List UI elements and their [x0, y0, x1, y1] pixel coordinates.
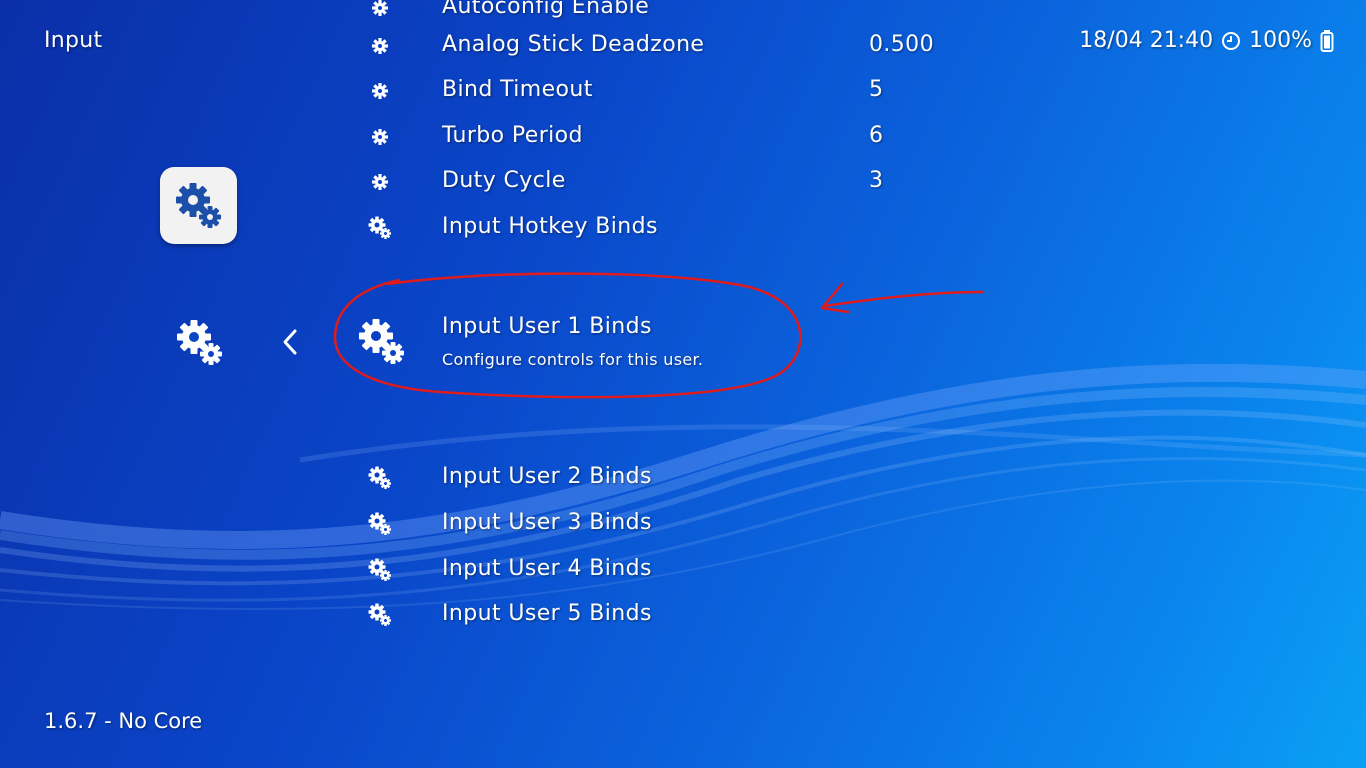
menu-item-label: Duty Cycle	[442, 168, 566, 193]
selected-item-label: Input User 1 Binds	[442, 314, 652, 339]
menu-item-analog-deadzone[interactable]: Analog Stick Deadzone 0.500	[360, 26, 960, 66]
gear-icon	[372, 174, 388, 190]
gear-icon	[372, 38, 388, 54]
gear-icon	[372, 83, 388, 99]
menu-item-user1-binds-selected[interactable]: Input User 1 Binds Configure controls fo…	[352, 310, 952, 380]
menu-item-bind-timeout[interactable]: Bind Timeout 5	[360, 71, 960, 111]
gear-icon	[372, 0, 388, 16]
menu-item-turbo-period[interactable]: Turbo Period 6	[360, 117, 960, 157]
menu-item-label: Input Hotkey Binds	[442, 214, 658, 239]
settings-gears-icon	[368, 558, 391, 581]
version-label: 1.6.7 - No Core	[44, 709, 203, 733]
settings-menu: Autoconfig Enable ON Analog Stick Deadzo…	[0, 0, 1366, 768]
selected-item-sublabel: Configure controls for this user.	[442, 350, 704, 369]
gear-icon	[372, 129, 388, 145]
menu-item-value: 0.500	[869, 32, 934, 57]
menu-item-label: Analog Stick Deadzone	[442, 32, 705, 57]
settings-gears-icon	[368, 603, 391, 626]
menu-item-label: Input User 2 Binds	[442, 464, 652, 489]
menu-item-label: Input User 5 Binds	[442, 601, 652, 626]
settings-gears-icon	[359, 319, 404, 364]
menu-item-label: Input User 3 Binds	[442, 510, 652, 535]
menu-item-user4-binds[interactable]: Input User 4 Binds	[360, 550, 960, 590]
menu-item-value: 5	[869, 77, 884, 102]
menu-item-user2-binds[interactable]: Input User 2 Binds	[360, 458, 960, 498]
settings-gears-icon	[368, 466, 391, 489]
menu-item-hotkey-binds[interactable]: Input Hotkey Binds	[360, 208, 960, 248]
menu-item-value: 3	[869, 168, 884, 193]
settings-gears-icon	[368, 216, 391, 239]
settings-gears-icon	[368, 512, 391, 535]
menu-item-duty-cycle[interactable]: Duty Cycle 3	[360, 162, 960, 202]
menu-item-autoconfig[interactable]: Autoconfig Enable ON	[360, 0, 960, 28]
menu-item-label: Bind Timeout	[442, 77, 593, 102]
menu-item-user3-binds[interactable]: Input User 3 Binds	[360, 504, 960, 544]
menu-item-label: Turbo Period	[442, 123, 583, 148]
menu-item-label: Autoconfig Enable	[442, 0, 650, 19]
menu-item-user5-binds[interactable]: Input User 5 Binds	[360, 595, 960, 635]
menu-item-value: 6	[869, 123, 884, 148]
menu-item-label: Input User 4 Binds	[442, 556, 652, 581]
